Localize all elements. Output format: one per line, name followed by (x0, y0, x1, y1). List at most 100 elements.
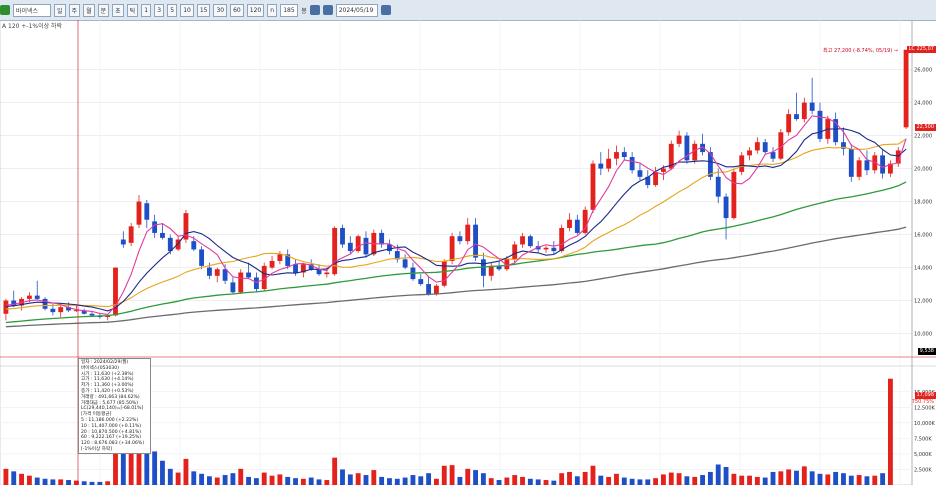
calendar-icon[interactable] (380, 5, 391, 15)
y-tick-label: 20,000 (914, 167, 932, 173)
stock-name-field[interactable]: 바이넥스 (13, 3, 51, 17)
volume-bar (762, 477, 768, 485)
volume-bar (379, 476, 385, 485)
vol-tick-label: 2,500K (914, 467, 932, 473)
interval-n[interactable]: n (267, 3, 278, 17)
volume-bar (676, 473, 682, 485)
candle-body (473, 224, 478, 258)
candle-body (731, 171, 737, 219)
y-tick-label: 14,000 (914, 266, 932, 272)
candle-body (332, 227, 338, 275)
price-tag: LC 225,07 (906, 46, 936, 54)
volume-bar (426, 473, 432, 485)
volume-bar (332, 457, 338, 485)
period-button-day[interactable]: 일 (54, 3, 66, 17)
volume-bar (473, 470, 478, 485)
candle-body (762, 142, 768, 153)
candle-body (253, 277, 259, 290)
volume-bar (715, 464, 721, 485)
candle-body (880, 155, 886, 174)
candle-body (817, 110, 823, 139)
candle-body (277, 254, 283, 261)
candle-body (222, 269, 228, 281)
volume-bar (285, 476, 291, 485)
candle-body (238, 272, 244, 293)
candle-body (809, 102, 815, 111)
date-field[interactable]: 2024/05/19 (335, 3, 378, 17)
candle-body (747, 150, 752, 156)
volume-bar (183, 458, 189, 485)
candle-body (199, 249, 205, 266)
volume-bar (480, 473, 486, 485)
ma-line-120 (5, 226, 907, 328)
tooltip-line: 10 : 11,407.000 (+0.11%) (81, 423, 142, 429)
volume-bar (543, 480, 549, 485)
volume-bar (817, 473, 823, 485)
toolbar: 바이넥스 일 주 월 분 초 틱 1 3 5 10 15 30 60 120 n… (0, 0, 936, 21)
volume-bar (574, 476, 580, 485)
candle-body (637, 170, 643, 177)
candle-body (347, 242, 353, 252)
volume-bar (340, 469, 345, 485)
stock-icon[interactable] (0, 5, 10, 15)
period-button-tick[interactable]: 틱 (126, 3, 139, 17)
interval-3[interactable]: 3 (154, 3, 165, 17)
candle-body (387, 244, 392, 252)
search-icon[interactable] (309, 5, 320, 15)
period-button-minute[interactable]: 분 (97, 3, 110, 17)
volume-bar (707, 471, 713, 485)
volume-bar (58, 479, 64, 485)
y-tick-label: 18,000 (914, 200, 932, 206)
vol-tick-label: 10,000K (914, 421, 935, 427)
candle-body (441, 260, 447, 286)
volume-bar (441, 465, 447, 485)
interval-60[interactable]: 60 (230, 3, 244, 17)
y-tick-label: 22,000 (914, 134, 932, 140)
volume-bar (230, 473, 236, 485)
interval-30[interactable]: 30 (213, 3, 228, 17)
interval-15[interactable]: 15 (196, 3, 211, 17)
volume-bar (559, 473, 565, 485)
candle-body (574, 219, 580, 233)
volume-bar (841, 473, 846, 485)
candle-body (527, 236, 533, 247)
candle-body (629, 157, 635, 171)
volume-bar (856, 475, 862, 485)
candle-body (89, 313, 95, 316)
volume-bar (770, 471, 776, 485)
volume-bar (222, 475, 228, 485)
volume-bar (3, 468, 9, 485)
candle-body (488, 265, 494, 276)
volume-bar (590, 465, 596, 485)
interval-120[interactable]: 120 (246, 3, 265, 17)
period-button-month[interactable]: 월 (83, 3, 95, 17)
candle-body (449, 236, 455, 261)
candle-body (676, 135, 682, 144)
candle-body (653, 171, 659, 186)
interval-1[interactable]: 1 (141, 3, 152, 17)
period-button-second[interactable]: 초 (112, 3, 124, 17)
interval-10[interactable]: 10 (180, 3, 194, 17)
y-tick-label: 12,000 (914, 299, 932, 305)
volume-bar (872, 475, 878, 485)
volume-bar (629, 478, 635, 485)
volume-bar (527, 478, 533, 485)
candle-body (144, 203, 150, 220)
period-button-week[interactable]: 주 (68, 3, 81, 17)
candle-body (621, 152, 627, 158)
count-field[interactable]: 185 (280, 3, 299, 17)
interval-5[interactable]: 5 (167, 3, 178, 17)
volume-bar (207, 476, 212, 485)
volume-bar (402, 477, 408, 485)
chart-icon[interactable] (322, 5, 333, 15)
volume-bar (786, 469, 792, 485)
volume-bar (582, 471, 588, 485)
volume-bar (637, 479, 643, 485)
candle-body (567, 219, 572, 228)
volume-bar (11, 471, 17, 485)
volume-bar (488, 478, 494, 485)
candle-body (551, 247, 557, 252)
volume-bar (308, 477, 314, 485)
tooltip-date-label: 일자 (81, 360, 90, 365)
volume-bar (645, 479, 651, 485)
